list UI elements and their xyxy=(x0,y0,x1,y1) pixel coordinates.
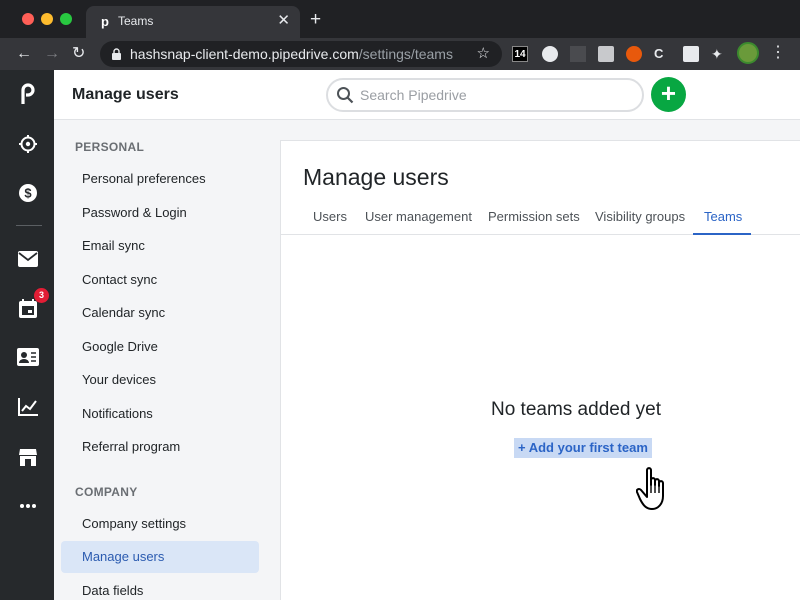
c-extension-icon[interactable]: C xyxy=(654,46,670,62)
pipedrive-favicon-icon: p xyxy=(101,14,109,29)
tab-users[interactable]: Users xyxy=(313,209,347,224)
nav-item-google-drive[interactable]: Google Drive xyxy=(61,331,259,363)
search-box[interactable] xyxy=(326,78,644,112)
section-title-personal: PERSONAL xyxy=(75,140,145,154)
search-icon xyxy=(337,87,354,104)
left-rail: $ 3 xyxy=(0,70,54,600)
pipedrive-logo-icon[interactable] xyxy=(17,83,39,105)
add-first-team-link[interactable]: + Add your first team xyxy=(514,438,652,458)
minimize-window-button[interactable] xyxy=(41,13,53,25)
lock-icon xyxy=(112,48,121,60)
nav-item-referral-program[interactable]: Referral program xyxy=(61,431,259,463)
active-tab-indicator xyxy=(693,233,751,235)
nav-item-notifications[interactable]: Notifications xyxy=(61,398,259,430)
svg-text:$: $ xyxy=(24,186,32,201)
nav-item-contact-sync[interactable]: Contact sync xyxy=(61,264,259,296)
close-window-button[interactable] xyxy=(22,13,34,25)
nav-item-data-fields[interactable]: Data fields xyxy=(61,575,259,600)
nav-item-company-settings[interactable]: Company settings xyxy=(61,508,259,540)
section-title-company: COMPANY xyxy=(75,485,138,499)
puzzle-icon[interactable]: ✦ xyxy=(711,46,727,62)
back-arrow-icon[interactable]: ← xyxy=(16,44,32,64)
forward-arrow-icon[interactable]: → xyxy=(44,44,60,64)
dollar-icon[interactable]: $ xyxy=(17,182,39,204)
nav-item-your-devices[interactable]: Your devices xyxy=(61,364,259,396)
marketplace-icon[interactable] xyxy=(17,446,39,468)
chart-icon[interactable] xyxy=(17,396,39,418)
maximize-window-button[interactable] xyxy=(60,13,72,25)
orange-extension-icon[interactable] xyxy=(626,46,642,62)
content-title: Manage users xyxy=(303,164,449,190)
new-tab-icon[interactable]: + xyxy=(310,10,321,30)
hand-cursor-icon xyxy=(636,467,664,510)
url-path: /settings/teams xyxy=(358,46,453,62)
tab-teams[interactable]: Teams xyxy=(704,209,742,224)
nav-item-email-sync[interactable]: Email sync xyxy=(61,230,259,262)
calendar-badge: 3 xyxy=(34,288,49,303)
url-host: hashsnap-client-demo.pipedrive.com xyxy=(130,46,359,62)
app-topbar: Manage users + xyxy=(54,70,800,120)
target-icon[interactable] xyxy=(17,133,39,155)
settings-sidebar: PERSONAL Personal preferences Password &… xyxy=(54,120,280,600)
tab-bar: Users User management Permission sets Vi… xyxy=(281,203,800,235)
mail-icon[interactable] xyxy=(17,248,39,270)
nav-item-calendar-sync[interactable]: Calendar sync xyxy=(61,297,259,329)
extension-icon[interactable] xyxy=(570,46,586,62)
nav-item-password-login[interactable]: Password & Login xyxy=(61,197,259,229)
quick-add-button[interactable]: + xyxy=(651,77,686,112)
main-content: Manage users Users User management Permi… xyxy=(280,140,800,600)
t-extension-icon[interactable] xyxy=(683,46,699,62)
empty-state-title: No teams added yet xyxy=(490,399,662,420)
address-bar[interactable]: hashsnap-client-demo.pipedrive.com/setti… xyxy=(100,41,502,67)
tab-permission-sets[interactable]: Permission sets xyxy=(488,209,580,224)
tab-close-icon[interactable]: ✕ xyxy=(277,12,290,30)
browser-toolbar: ← → ↻ hashsnap-client-demo.pipedrive.com… xyxy=(0,38,800,70)
contacts-icon[interactable] xyxy=(17,346,39,368)
more-icon[interactable] xyxy=(17,495,39,517)
tab-visibility-groups[interactable]: Visibility groups xyxy=(595,209,685,224)
bookmark-star-icon[interactable]: ☆ xyxy=(477,44,490,62)
reload-icon[interactable]: ↻ xyxy=(72,44,85,64)
browser-tab[interactable]: p Teams ✕ xyxy=(86,6,300,38)
tab-user-management[interactable]: User management xyxy=(365,209,472,224)
globe-extension-icon[interactable] xyxy=(542,46,558,62)
nav-item-manage-users[interactable]: Manage users xyxy=(61,541,259,573)
nav-item-personal-preferences[interactable]: Personal preferences xyxy=(61,163,259,195)
profile-avatar[interactable] xyxy=(737,42,759,64)
rail-divider xyxy=(16,225,42,226)
app: $ 3 Manage users + PERSONAL xyxy=(0,70,800,600)
office-extension-icon[interactable] xyxy=(598,46,614,62)
search-input[interactable] xyxy=(360,86,630,104)
page-title: Manage users xyxy=(72,86,179,103)
extension-badge-icon[interactable]: 14 xyxy=(512,46,528,62)
tab-title: Teams xyxy=(118,14,154,28)
browser-tab-bar: p Teams ✕ + xyxy=(0,0,800,38)
browser-menu-icon[interactable]: ⋮ xyxy=(770,44,786,62)
url-text: hashsnap-client-demo.pipedrive.com/setti… xyxy=(130,46,453,62)
